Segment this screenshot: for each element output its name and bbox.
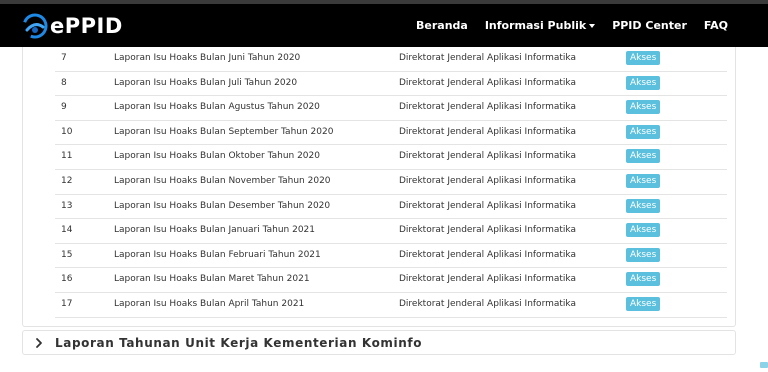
table-row: 13 Laporan Isu Hoaks Bulan Desember Tahun… — [55, 195, 727, 220]
accordion-title: Laporan Tahunan Unit Kerja Kementerian K… — [55, 335, 423, 350]
brand-name: ePPID — [50, 14, 123, 38]
row-action: Akses — [626, 75, 661, 90]
nav-label: PPID Center — [612, 19, 687, 32]
row-action: Akses — [626, 247, 661, 262]
akses-button[interactable]: Akses — [626, 75, 661, 90]
table-row: 14 Laporan Isu Hoaks Bulan Januari Tahun … — [55, 219, 727, 244]
akses-button[interactable]: Akses — [626, 223, 661, 238]
nav-label: Beranda — [416, 19, 468, 32]
row-title: Laporan Isu Hoaks Bulan September Tahun … — [114, 126, 334, 137]
row-number: 17 — [61, 298, 73, 309]
row-action: Akses — [626, 296, 661, 311]
row-title: Laporan Isu Hoaks Bulan November Tahun 2… — [114, 175, 331, 186]
row-title: Laporan Isu Hoaks Bulan Januari Tahun 20… — [114, 225, 316, 236]
row-action: Akses — [626, 51, 661, 65]
nav-label: Informasi Publik — [484, 19, 587, 32]
row-number: 11 — [61, 151, 73, 162]
row-title: Laporan Isu Hoaks Bulan Desember Tahun 2… — [114, 200, 331, 211]
table-row: 15 Laporan Isu Hoaks Bulan Februari Tahun… — [55, 244, 727, 269]
table-row: 8 Laporan Isu Hoaks Bulan Juli Tahun 2020… — [55, 72, 727, 97]
akses-button[interactable]: Akses — [626, 100, 661, 115]
row-number: 12 — [61, 175, 73, 186]
row-title: Laporan Isu Hoaks Bulan Oktober Tahun 20… — [114, 151, 320, 162]
row-title: Laporan Isu Hoaks Bulan Juli Tahun 2020 — [114, 77, 298, 88]
eppid-logo-icon — [22, 13, 48, 39]
nav-item-beranda[interactable]: Beranda — [416, 19, 468, 32]
navbar: ePPID Beranda Informasi Publik PPID Cent… — [0, 4, 768, 47]
main-nav: Beranda Informasi Publik PPID Center FAQ — [416, 4, 728, 47]
table-row: 17 Laporan Isu Hoaks Bulan April Tahun 20… — [55, 293, 727, 318]
row-title: Laporan Isu Hoaks Bulan April Tahun 2021 — [114, 298, 305, 309]
row-unit: Direktorat Jenderal Aplikasi Informatika — [399, 249, 576, 260]
akses-button[interactable]: Akses — [626, 272, 661, 287]
row-title: Laporan Isu Hoaks Bulan Juni Tahun 2020 — [114, 53, 301, 63]
row-number: 9 — [61, 102, 67, 113]
nav-item-informasi-publik[interactable]: Informasi Publik — [484, 19, 596, 32]
row-number: 14 — [61, 225, 73, 236]
row-title: Laporan Isu Hoaks Bulan Maret Tahun 2021 — [114, 274, 310, 285]
table-row: 10 Laporan Isu Hoaks Bulan September Tahu… — [55, 121, 727, 146]
akses-button[interactable]: Akses — [626, 51, 661, 65]
nav-item-faq[interactable]: FAQ — [704, 19, 728, 32]
row-title: Laporan Isu Hoaks Bulan Februari Tahun 2… — [114, 249, 321, 260]
row-unit: Direktorat Jenderal Aplikasi Informatika — [399, 102, 576, 113]
row-unit: Direktorat Jenderal Aplikasi Informatika — [399, 298, 576, 309]
table-row: 11 Laporan Isu Hoaks Bulan Oktober Tahun … — [55, 145, 727, 170]
akses-button[interactable]: Akses — [626, 198, 661, 213]
report-table: 7 Laporan Isu Hoaks Bulan Juni Tahun 2020… — [55, 47, 727, 318]
akses-button[interactable]: Akses — [626, 247, 661, 262]
table-row: 12 Laporan Isu Hoaks Bulan November Tahun… — [55, 170, 727, 195]
scroll-indicator[interactable] — [760, 362, 768, 368]
table-row: 16 Laporan Isu Hoaks Bulan Maret Tahun 20… — [55, 268, 727, 293]
row-unit: Direktorat Jenderal Aplikasi Informatika — [399, 225, 576, 236]
row-unit: Direktorat Jenderal Aplikasi Informatika — [399, 151, 576, 162]
row-action: Akses — [626, 198, 661, 213]
row-number: 13 — [61, 200, 73, 211]
nav-label: FAQ — [703, 19, 728, 32]
row-unit: Direktorat Jenderal Aplikasi Informatika — [399, 126, 576, 137]
row-action: Akses — [626, 100, 661, 115]
row-unit: Direktorat Jenderal Aplikasi Informatika — [399, 175, 576, 186]
table-row: 7 Laporan Isu Hoaks Bulan Juni Tahun 2020… — [55, 47, 727, 72]
row-number: 8 — [61, 77, 67, 88]
akses-button[interactable]: Akses — [626, 124, 661, 139]
chevron-right-icon — [36, 337, 42, 348]
row-number: 7 — [61, 53, 67, 63]
row-number: 15 — [61, 249, 73, 260]
row-number: 16 — [61, 274, 73, 285]
row-title: Laporan Isu Hoaks Bulan Agustus Tahun 20… — [114, 102, 320, 113]
row-action: Akses — [626, 149, 661, 164]
row-unit: Direktorat Jenderal Aplikasi Informatika — [399, 200, 576, 211]
row-unit: Direktorat Jenderal Aplikasi Informatika — [399, 53, 576, 63]
table-row: 9 Laporan Isu Hoaks Bulan Agustus Tahun 2… — [55, 96, 727, 121]
row-unit: Direktorat Jenderal Aplikasi Informatika — [399, 77, 576, 88]
caret-down-icon — [589, 23, 596, 28]
accordion-laporan-tahunan[interactable]: Laporan Tahunan Unit Kerja Kementerian K… — [22, 330, 736, 355]
row-action: Akses — [626, 272, 661, 287]
akses-button[interactable]: Akses — [626, 149, 661, 164]
row-action: Akses — [626, 124, 661, 139]
akses-button[interactable]: Akses — [626, 296, 661, 311]
row-number: 10 — [61, 126, 73, 137]
row-action: Akses — [626, 223, 661, 238]
nav-item-ppid-center[interactable]: PPID Center — [612, 19, 687, 32]
row-action: Akses — [626, 173, 661, 188]
row-unit: Direktorat Jenderal Aplikasi Informatika — [399, 274, 576, 285]
brand[interactable]: ePPID — [22, 12, 123, 40]
report-panel: 7 Laporan Isu Hoaks Bulan Juni Tahun 2020… — [22, 47, 736, 327]
akses-button[interactable]: Akses — [626, 173, 661, 188]
